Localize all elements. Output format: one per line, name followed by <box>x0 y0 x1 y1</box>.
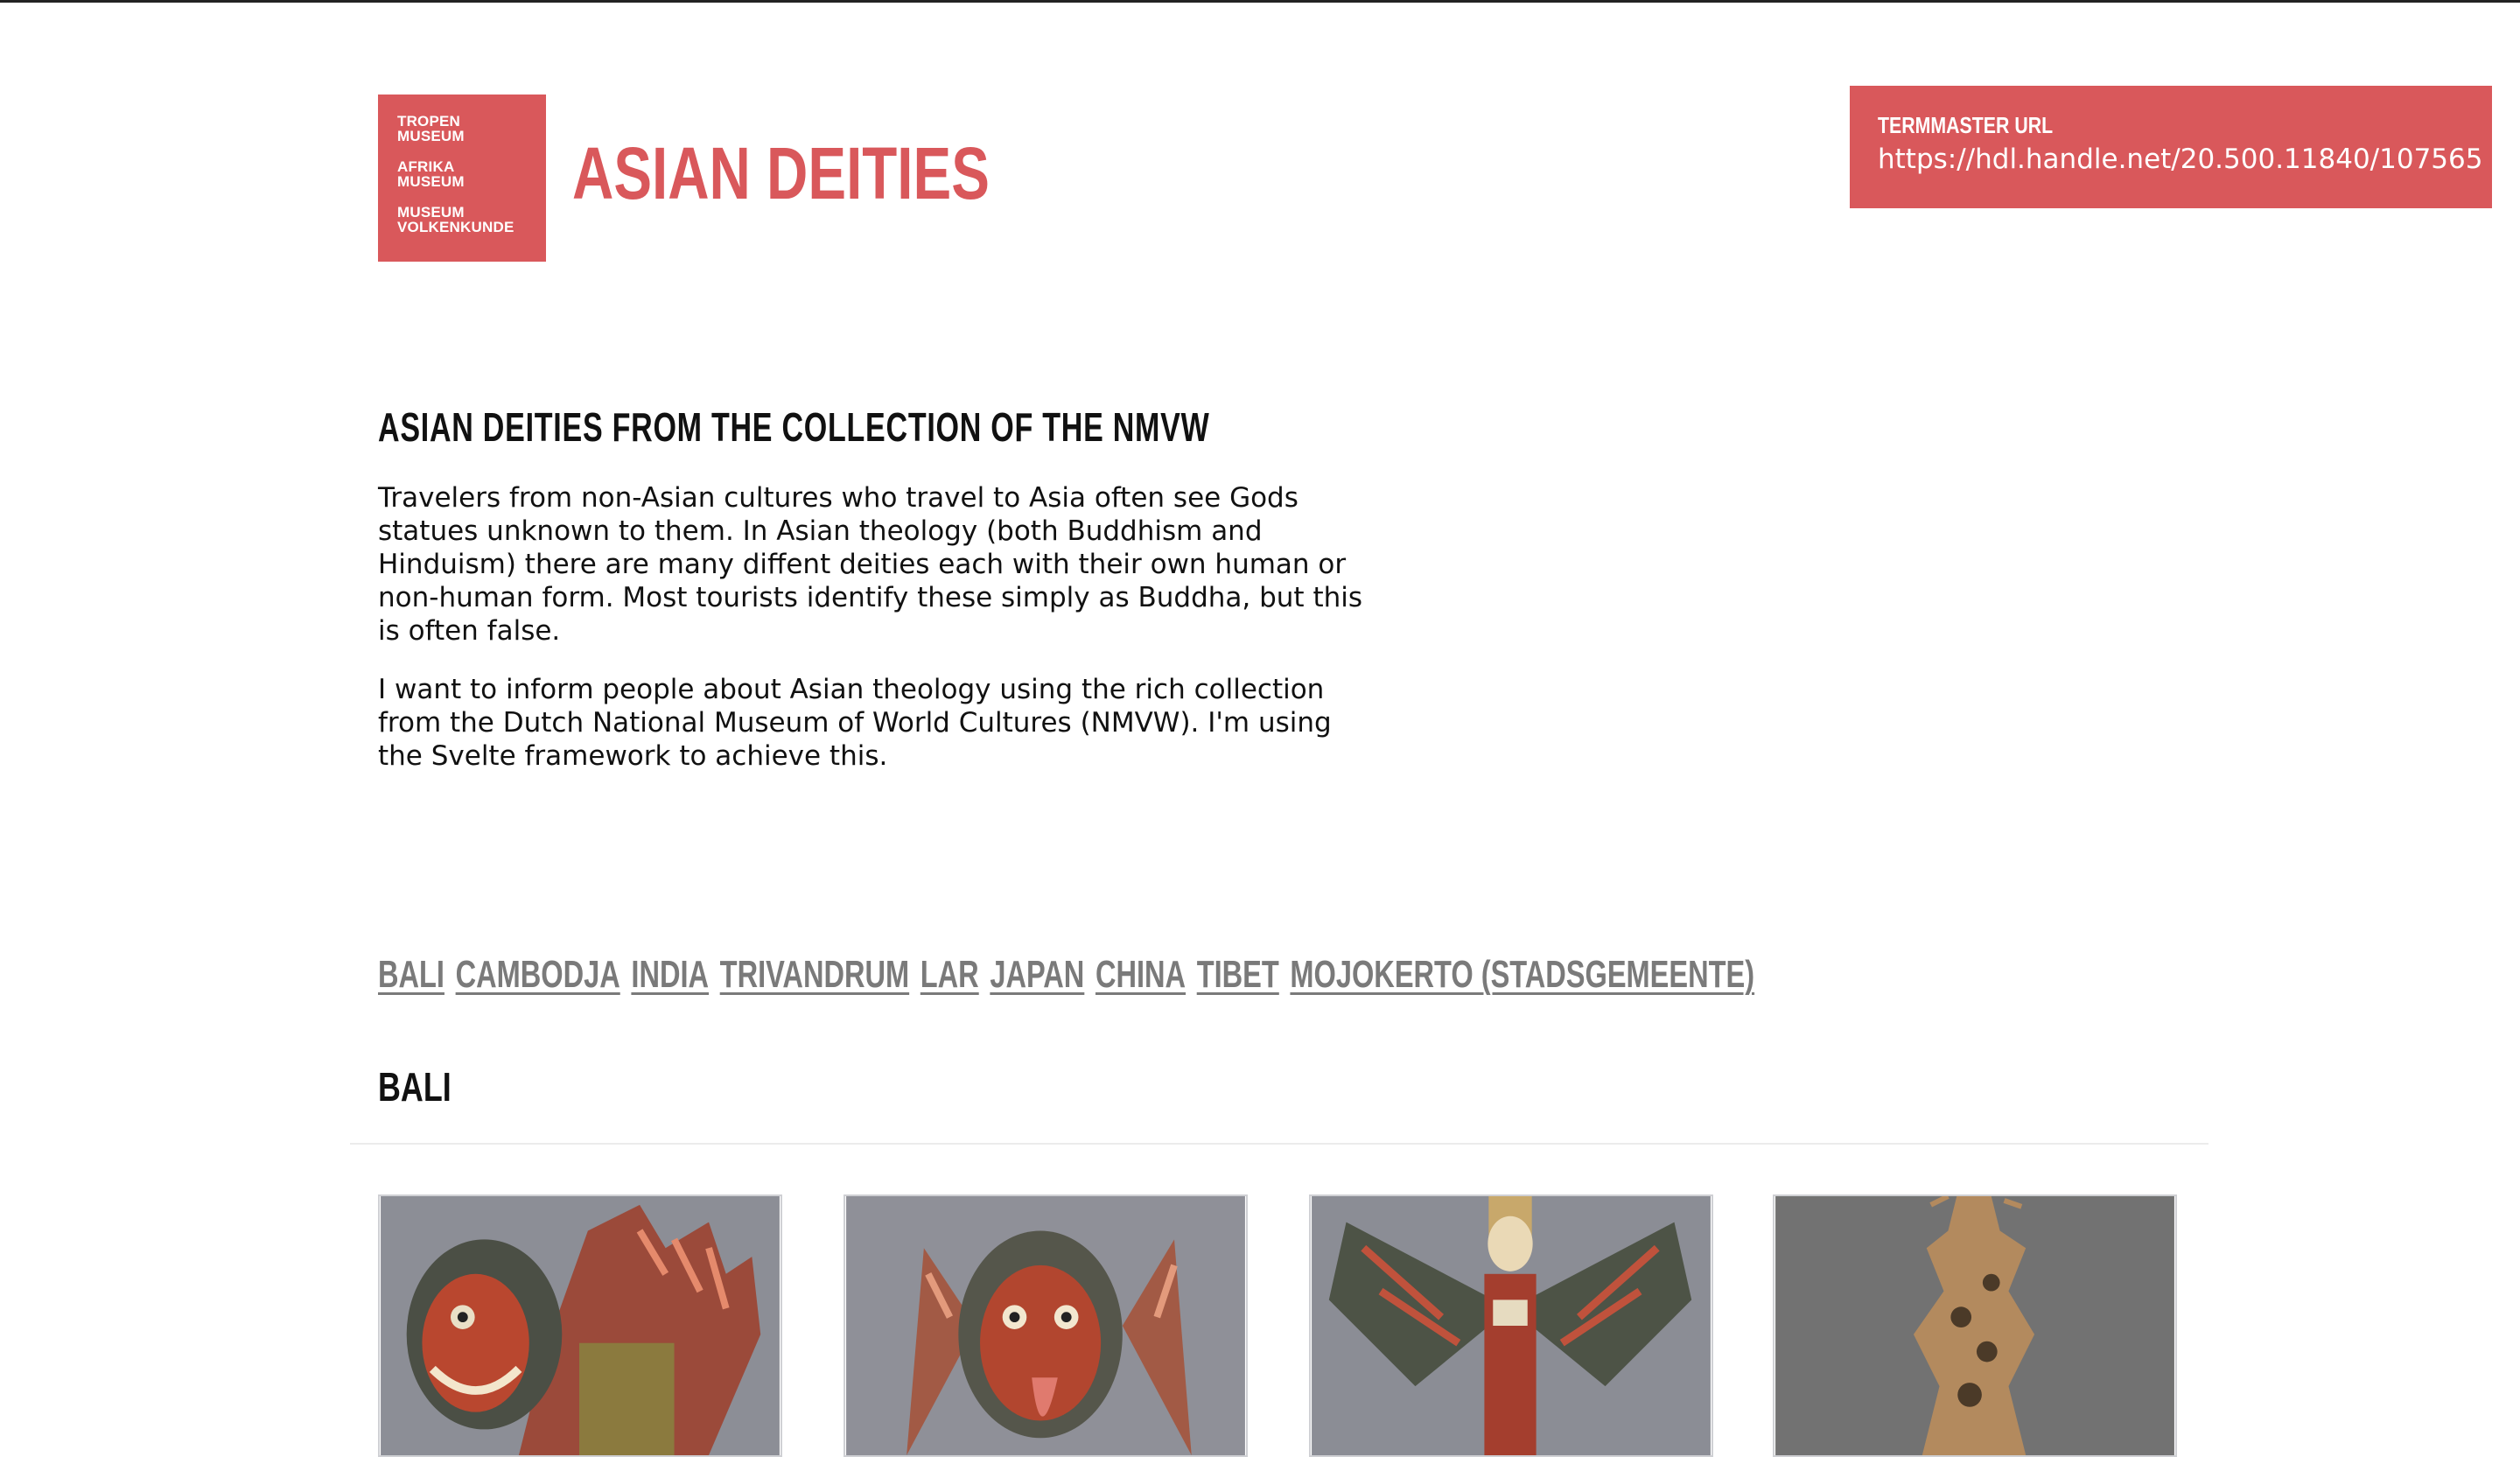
deity-card[interactable] <box>844 1194 1248 1457</box>
tab-japan[interactable]: JAPAN <box>990 949 1084 1001</box>
tab-tibet[interactable]: TIBET <box>1197 949 1279 1001</box>
logo-line: TROPEN <box>397 113 461 130</box>
section-divider <box>350 1143 2208 1145</box>
tab-cambodja[interactable]: CAMBODJA <box>456 949 620 1001</box>
site-title: ASIAN DEITIES <box>572 132 990 214</box>
intro-paragraph: I want to inform people about Asian theo… <box>378 674 1332 772</box>
intro-heading: ASIAN DEITIES FROM THE COLLECTION OF THE… <box>378 404 1210 450</box>
deity-card[interactable] <box>378 1194 782 1457</box>
deity-card[interactable] <box>1309 1194 1713 1457</box>
deity-image <box>1312 1196 1711 1455</box>
tab-lar[interactable]: LAR <box>920 949 979 1001</box>
tab-trivandrum[interactable]: TRIVANDRUM <box>720 949 909 1001</box>
intro-paragraph: Travelers from non-Asian cultures who tr… <box>378 482 1363 647</box>
logo-line: MUSEUM <box>397 128 465 144</box>
termmaster-box: TERMMASTER URL https://hdl.handle.net/20… <box>1850 86 2492 208</box>
logo-line: VOLKENKUNDE <box>397 219 514 235</box>
museum-logo[interactable]: TROPEN MUSEUM AFRIKA MUSEUM MUSEUM VOLKE… <box>378 95 546 262</box>
termmaster-url-link[interactable]: https://hdl.handle.net/20.500.11840/1075… <box>1878 142 2492 177</box>
deity-image <box>381 1196 780 1455</box>
deity-card[interactable] <box>1773 1194 2177 1457</box>
intro-section: ASIAN DEITIES FROM THE COLLECTION OF THE… <box>378 401 1376 798</box>
logo-line: AFRIKA <box>397 158 455 175</box>
region-tabs: BALI CAMBODJA INDIA TRIVANDRUM LAR JAPAN… <box>378 949 2249 1001</box>
section-title: BALI <box>378 1064 452 1110</box>
tab-bali[interactable]: BALI <box>378 949 444 1001</box>
termmaster-label: TERMMASTER URL <box>1878 112 2054 138</box>
deity-image <box>1775 1196 2174 1455</box>
logo-line: MUSEUM <box>397 173 465 190</box>
tab-mojokerto[interactable]: MOJOKERTO (STADSGEMEENTE) <box>1290 949 1754 1001</box>
deity-image <box>846 1196 1245 1455</box>
logo-line: MUSEUM <box>397 204 465 221</box>
tab-china[interactable]: CHINA <box>1096 949 1186 1001</box>
top-border <box>0 0 2520 3</box>
tab-india[interactable]: INDIA <box>631 949 709 1001</box>
